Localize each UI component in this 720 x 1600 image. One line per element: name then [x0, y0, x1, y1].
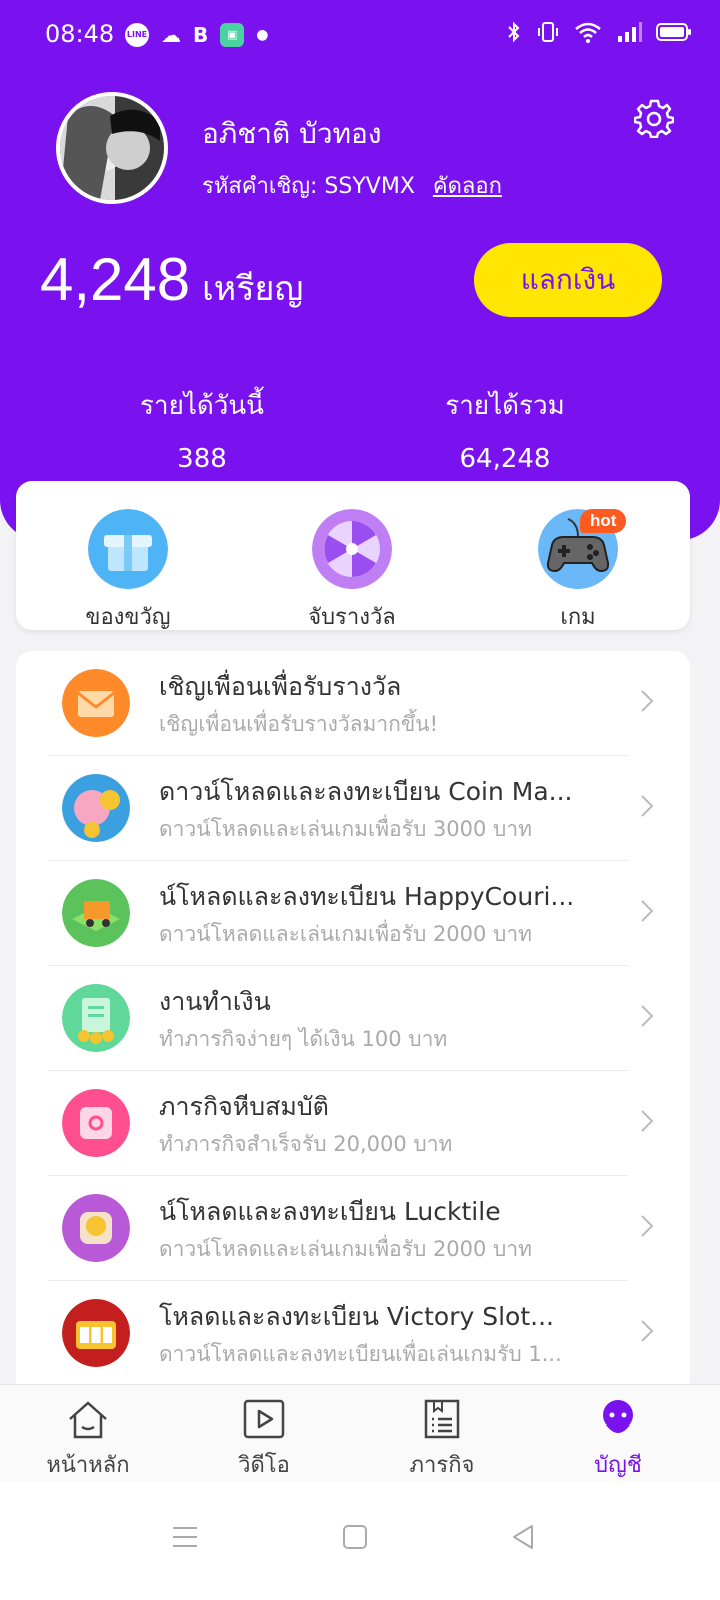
nav-video-label: วิดีโอ [238, 1453, 290, 1478]
status-time: 08:48 [45, 20, 115, 48]
money-task-icon [62, 984, 130, 1052]
nav-video[interactable]: วิดีโอ [204, 1397, 324, 1482]
profile-header: 08:48 LINE ☁ B ▣ ● อภิชาติ บัวทอง รหัสคำ… [0, 0, 720, 540]
task-item-coin-master[interactable]: ดาวน์โหลดและลงทะเบียน Coin Ma... ดาวน์โห… [48, 756, 654, 861]
account-icon [603, 1400, 633, 1433]
menu-icon[interactable] [170, 1522, 200, 1552]
wifi-icon [575, 22, 601, 43]
task-item-victory-slots[interactable]: โหลดและลงทะเบียน Victory Slot... ดาวน์โห… [48, 1281, 654, 1386]
shortcut-gift[interactable]: ของขวัญ [58, 509, 198, 634]
chevron-right-icon [641, 690, 654, 712]
invite-envelope-icon [62, 669, 130, 737]
income-today-label: รายได้วันนี้ [140, 391, 264, 421]
shortcut-spin-label: จับรางวัล [308, 605, 396, 630]
back-triangle-icon[interactable] [508, 1522, 538, 1552]
coin-pig-game-icon [62, 774, 130, 842]
slot-machine-icon [62, 1299, 130, 1367]
spin-wheel-icon [312, 509, 392, 589]
line-icon: LINE [125, 23, 149, 47]
status-bar: 08:48 LINE ☁ B ▣ ● [0, 0, 720, 72]
discord-icon: ☁ [161, 23, 181, 47]
treasure-chest-icon [62, 1089, 130, 1157]
task-subtitle: ดาวน์โหลดและลงทะเบียนเพื่อเล่นเกมรับ 1..… [159, 1342, 562, 1366]
coin-balance-value: 4,248 [40, 246, 191, 313]
task-title: น์โหลดและลงทะเบียน HappyCouri... [159, 882, 575, 911]
shortcut-card: ของขวัญ จับรางวัล เกม [16, 481, 690, 630]
notification-icons: LINE ☁ B ▣ ● [125, 22, 268, 48]
battery-icon [656, 23, 691, 41]
shortcut-spin[interactable]: จับรางวัล [282, 509, 422, 634]
home-icon [69, 1401, 107, 1439]
task-item-happy-courier[interactable]: น์โหลดและลงทะเบียน HappyCouri... ดาวน์โห… [48, 861, 654, 966]
task-title: เชิญเพื่อนเพื่อรับรางวัล [159, 672, 402, 701]
bluetooth-icon [508, 21, 520, 43]
invite-code-row: รหัสคำเชิญ: SSYVMX คัดลอก [202, 168, 502, 203]
home-square-icon[interactable] [340, 1522, 370, 1552]
task-title: ดาวน์โหลดและลงทะเบียน Coin Ma... [159, 777, 573, 806]
income-today: รายได้วันนี้ 388 [82, 385, 322, 474]
task-list: เชิญเพื่อนเพื่อรับรางวัล เชิญเพื่อนเพื่อ… [16, 651, 690, 1411]
nav-home[interactable]: หน้าหลัก [28, 1397, 148, 1482]
shortcut-game-label: เกม [560, 605, 596, 630]
task-subtitle: ทำภารกิจง่ายๆ ได้เงิน 100 บาท [159, 1027, 448, 1051]
vibrate-icon [538, 22, 558, 42]
task-subtitle: ดาวน์โหลดและเล่นเกมเพื่อรับ 2000 บาท [159, 922, 533, 946]
hot-badge: hot [580, 509, 627, 533]
gear-icon[interactable] [634, 98, 674, 138]
signal-icon [618, 22, 642, 42]
shortcut-game[interactable]: เกม [508, 509, 648, 634]
coin-balance: 4,248 เหรียญ [40, 245, 303, 315]
invite-code: รหัสคำเชิญ: SSYVMX [202, 174, 415, 199]
chevron-right-icon [641, 900, 654, 922]
chevron-right-icon [641, 1320, 654, 1342]
user-name: อภิชาติ บัวทอง [202, 117, 382, 150]
truck-game-icon [62, 879, 130, 947]
task-list-icon [424, 1399, 460, 1439]
system-navigation-bar [0, 1482, 720, 1600]
task-subtitle: ทำภารกิจสำเร็จรับ 20,000 บาท [159, 1132, 453, 1156]
task-title: โหลดและลงทะเบียน Victory Slot... [159, 1302, 554, 1331]
task-title: น์โหลดและลงทะเบียน Lucktile [159, 1197, 501, 1226]
nav-home-label: หน้าหลัก [46, 1453, 130, 1478]
shortcut-gift-label: ของขวัญ [85, 605, 171, 630]
income-total-value: 64,248 [459, 444, 551, 474]
nav-account-label: บัญชี [594, 1453, 642, 1478]
chevron-right-icon [641, 1005, 654, 1027]
task-subtitle: ดาวน์โหลดและเล่นเกมเพื่อรับ 2000 บาท [159, 1237, 533, 1261]
nav-tasks-label: ภารกิจ [409, 1453, 475, 1478]
lucktile-game-icon [62, 1194, 130, 1262]
chevron-right-icon [641, 1215, 654, 1237]
task-item-lucktile[interactable]: น์โหลดและลงทะเบียน Lucktile ดาวน์โหลดและ… [48, 1176, 654, 1281]
bold-b-icon: B [193, 23, 209, 47]
task-subtitle: เชิญเพื่อนเพื่อรับรางวัลมากขึ้น! [159, 712, 439, 736]
avatar[interactable] [56, 92, 168, 204]
nav-account[interactable]: บัญชี [558, 1397, 678, 1482]
bottom-navigation: หน้าหลัก วิดีโอ ภารกิจ บัญชี [0, 1384, 720, 1482]
income-today-value: 388 [177, 444, 227, 474]
task-subtitle: ดาวน์โหลดและเล่นเกมเพื่อรับ 3000 บาท [159, 817, 533, 841]
task-item-treasure[interactable]: ภารกิจหีบสมบัติ ทำภารกิจสำเร็จรับ 20,000… [48, 1071, 654, 1176]
video-play-icon [243, 1399, 285, 1439]
task-title: งานทำเงิน [159, 987, 271, 1016]
nav-tasks[interactable]: ภารกิจ [382, 1397, 502, 1482]
task-title: ภารกิจหีบสมบัติ [159, 1092, 329, 1121]
gift-icon [88, 509, 168, 589]
chevron-right-icon [641, 1110, 654, 1132]
exchange-cash-button[interactable]: แลกเงิน [474, 243, 662, 317]
income-total: รายได้รวม 64,248 [385, 385, 625, 474]
task-item-money-task[interactable]: งานทำเงิน ทำภารกิจง่ายๆ ได้เงิน 100 บาท [48, 966, 654, 1071]
dot-icon: ● [256, 27, 269, 43]
status-right-icons [506, 20, 692, 44]
coin-balance-unit: เหรียญ [202, 269, 304, 309]
income-total-label: รายได้รวม [445, 391, 565, 421]
task-item-invite[interactable]: เชิญเพื่อนเพื่อรับรางวัล เชิญเพื่อนเพื่อ… [48, 651, 654, 756]
chevron-right-icon [641, 795, 654, 817]
copy-invite-link[interactable]: คัดลอก [433, 174, 502, 199]
app-icon: ▣ [220, 23, 245, 47]
